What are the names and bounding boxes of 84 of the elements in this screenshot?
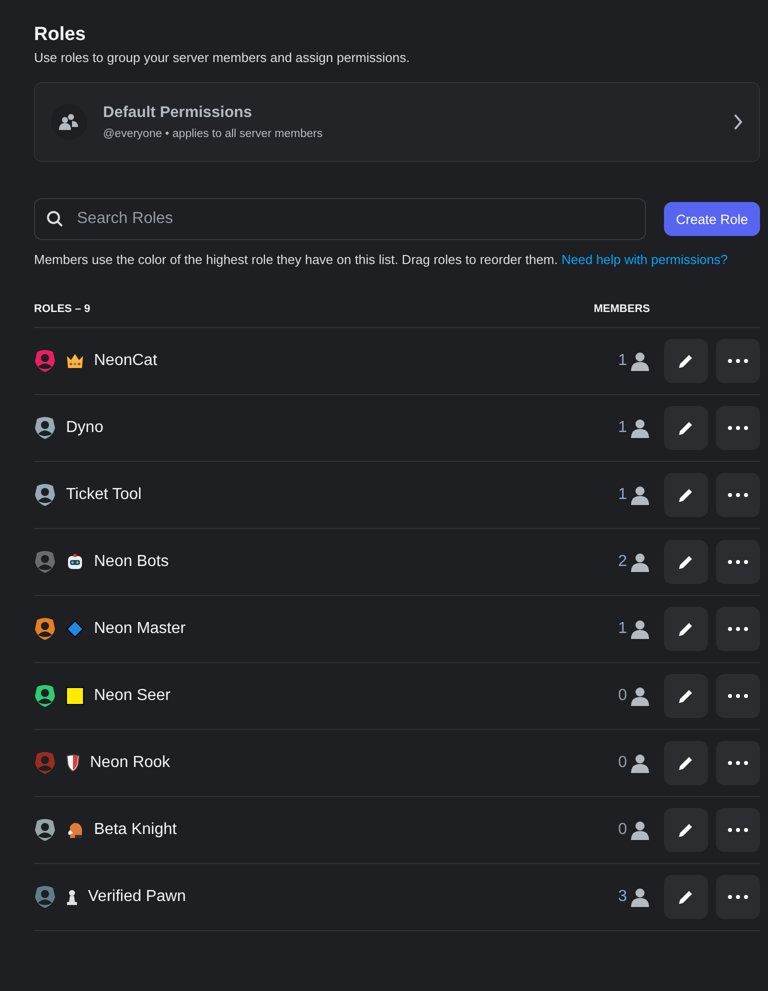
member-count: 3: [618, 888, 627, 906]
default-permissions-card[interactable]: Default Permissions @everyone • applies to all server members: [34, 82, 760, 162]
role-name: Neon Bots: [94, 553, 169, 571]
role-name: Dyno: [66, 419, 104, 437]
horse-icon: [66, 821, 84, 839]
role-name: Beta Knight: [94, 821, 177, 839]
page-title: Roles: [34, 24, 87, 46]
role-name: Neon Rook: [90, 754, 170, 772]
pencil-icon: [677, 419, 695, 437]
more-button[interactable]: [716, 741, 760, 785]
edit-button[interactable]: [664, 674, 708, 718]
card-subtitle: @everyone • applies to all server members: [103, 128, 324, 140]
more-button[interactable]: [716, 540, 760, 584]
edit-button[interactable]: [664, 406, 708, 450]
page-subtitle: Use roles to group your server members and assign permissions.: [34, 50, 411, 65]
pencil-icon: [677, 553, 695, 571]
person-icon: [630, 820, 650, 840]
more-icon: [728, 694, 748, 698]
pencil-icon: [677, 821, 695, 839]
crown-icon: [66, 353, 84, 369]
role-name: Verified Pawn: [88, 888, 186, 906]
more-icon: [728, 560, 748, 564]
role-name: Neon Seer: [94, 687, 170, 705]
edit-button[interactable]: [664, 339, 708, 383]
more-button[interactable]: [716, 406, 760, 450]
role-name: NeonCat: [94, 352, 158, 370]
role-name: Ticket Tool: [66, 486, 142, 504]
more-icon: [728, 359, 748, 363]
edit-button[interactable]: [664, 808, 708, 852]
column-header: MEMBERS: [592, 303, 650, 315]
person-icon: [630, 552, 650, 572]
pencil-icon: [677, 687, 695, 705]
person-icon: [630, 753, 650, 773]
edit-button[interactable]: [664, 741, 708, 785]
pencil-icon: [677, 486, 695, 504]
pencil-icon: [677, 352, 695, 370]
member-count: 0: [618, 821, 627, 839]
person-icon: [630, 619, 650, 639]
more-icon: [728, 627, 748, 631]
more-button[interactable]: [716, 875, 760, 919]
member-count: 2: [618, 553, 627, 571]
pencil-icon: [677, 754, 695, 772]
more-icon: [728, 493, 748, 497]
person-icon: [630, 418, 650, 438]
square-icon: [66, 687, 84, 705]
role-name: Neon Master: [94, 620, 186, 638]
pencil-icon: [677, 888, 695, 906]
chevron-right-icon: [733, 114, 743, 130]
more-icon: [728, 895, 748, 899]
person-icon: [630, 686, 650, 706]
card-title: Default Permissions: [103, 104, 254, 122]
member-count: 1: [618, 620, 627, 638]
more-button[interactable]: [716, 473, 760, 517]
member-count: 1: [618, 352, 627, 370]
member-count: 0: [618, 687, 627, 705]
members-icon: [51, 104, 87, 140]
search-field[interactable]: Search Roles: [34, 198, 646, 240]
edit-button[interactable]: [664, 540, 708, 584]
more-icon: [728, 828, 748, 832]
member-count: 1: [618, 486, 627, 504]
create-role-button[interactable]: Create Role: [664, 202, 760, 236]
search-icon: [46, 210, 64, 228]
help-text: Members use the color of the highest role they have on this list. Drag roles to reorder them. Need help with permissions?: [34, 251, 729, 269]
pencil-icon: [677, 620, 695, 638]
shield-icon: [66, 754, 80, 772]
member-count: 0: [618, 754, 627, 772]
member-count: 1: [618, 419, 627, 437]
more-button[interactable]: [716, 607, 760, 651]
robot-icon: [66, 553, 84, 571]
more-icon: [728, 761, 748, 765]
pawn-icon: [66, 889, 78, 905]
help-link[interactable]: Need help with permissions?: [562, 252, 728, 267]
diamond-icon: [66, 620, 84, 638]
more-icon: [728, 426, 748, 430]
more-button[interactable]: [716, 808, 760, 852]
column-header: ROLES – 9: [34, 303, 92, 315]
edit-button[interactable]: [664, 875, 708, 919]
more-button[interactable]: [716, 339, 760, 383]
person-icon: [630, 351, 650, 371]
edit-button[interactable]: [664, 473, 708, 517]
person-icon: [630, 887, 650, 907]
person-icon: [630, 485, 650, 505]
edit-button[interactable]: [664, 607, 708, 651]
more-button[interactable]: [716, 674, 760, 718]
